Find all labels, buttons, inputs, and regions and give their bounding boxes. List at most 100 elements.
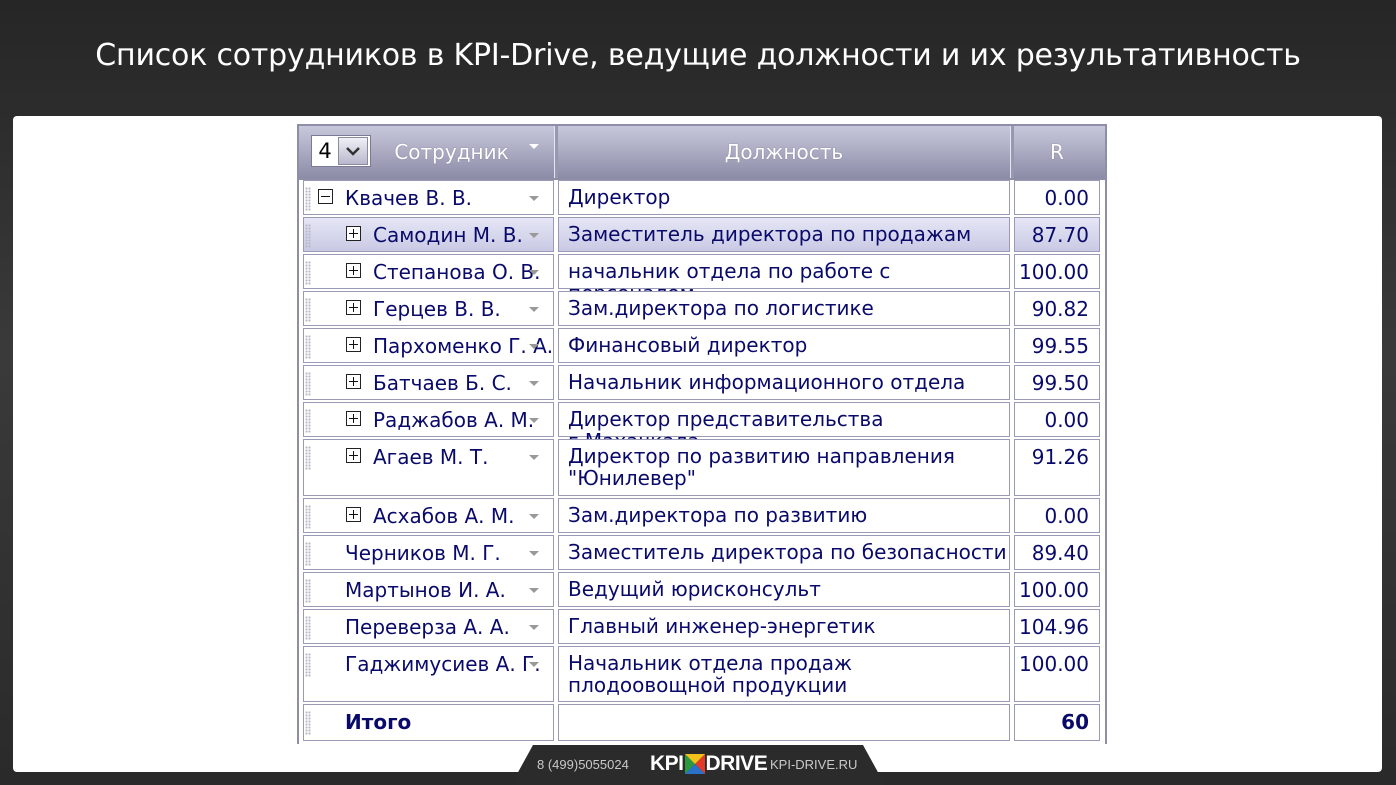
r-value-cell: 100.00 <box>1014 646 1100 702</box>
r-value-cell: 104.96 <box>1014 609 1100 644</box>
row-menu-dropdown-icon[interactable] <box>529 307 539 312</box>
drag-handle-icon[interactable] <box>305 372 311 396</box>
drag-handle-icon[interactable] <box>305 261 311 285</box>
drag-handle-icon[interactable] <box>305 224 311 248</box>
employee-cell[interactable]: Квачев В. В. <box>303 180 554 215</box>
row-menu-dropdown-icon[interactable] <box>529 381 539 386</box>
row-menu-dropdown-icon[interactable] <box>529 455 539 460</box>
drag-handle-icon[interactable] <box>305 335 311 359</box>
table-row[interactable]: Агаев М. Т. Директор по развитию направле… <box>299 437 1105 496</box>
table-row[interactable]: Степанова О. В. начальник отдела по работ… <box>299 252 1105 304</box>
employee-cell[interactable]: Самодин М. В. <box>303 217 554 252</box>
employee-name: Пархоменко Г. А. <box>373 334 554 358</box>
total-row: Итого 60 <box>299 702 1105 741</box>
expand-icon[interactable] <box>346 226 361 241</box>
drag-handle-icon[interactable] <box>305 579 311 603</box>
position-cell: Директор по развитию направления "Юнилев… <box>558 439 1010 496</box>
employee-cell[interactable]: Раджабов А. М. <box>303 402 554 437</box>
employee-filter-dropdown-icon[interactable] <box>529 144 539 149</box>
employee-cell[interactable]: Агаев М. Т. <box>303 439 554 496</box>
row-menu-dropdown-icon[interactable] <box>529 625 539 630</box>
r-value-cell: 89.40 <box>1014 535 1100 570</box>
expand-icon[interactable] <box>346 411 361 426</box>
row-menu-dropdown-icon[interactable] <box>529 344 539 349</box>
position-cell: Главный инженер-энергетик <box>558 609 1010 644</box>
table-row[interactable]: Мартынов И. А. Ведущий юрисконсульт 100.00 <box>299 570 1105 607</box>
drag-handle-icon[interactable] <box>305 616 311 640</box>
employee-name: Переверза А. А. <box>345 615 510 639</box>
column-header-r[interactable]: R <box>1014 126 1100 178</box>
row-menu-dropdown-icon[interactable] <box>529 551 539 556</box>
row-menu-dropdown-icon[interactable] <box>529 233 539 238</box>
chevron-down-icon[interactable] <box>338 137 368 165</box>
r-value-cell: 99.50 <box>1014 365 1100 400</box>
table-row[interactable]: Раджабов А. М. Директор представительства… <box>299 400 1105 452</box>
table-row[interactable]: Гаджимусиев А. Г. Начальник отдела продаж… <box>299 644 1105 702</box>
drag-handle-icon[interactable] <box>305 505 311 529</box>
position-cell: начальник отдела по работе с персоналом <box>558 254 1010 304</box>
position-cell: Ведущий юрисконсульт <box>558 572 1010 607</box>
drag-handle-icon[interactable] <box>305 409 311 433</box>
employees-grid: 4 Сотрудник Должность R Квачев В. В. Дире… <box>297 124 1107 744</box>
expand-icon[interactable] <box>346 300 361 315</box>
column-header-position[interactable]: Должность <box>558 126 1010 178</box>
employee-cell[interactable]: Мартынов И. А. <box>303 572 554 607</box>
employee-cell[interactable]: Пархоменко Г. А. <box>303 328 554 363</box>
employee-name: Степанова О. В. <box>373 260 541 284</box>
r-value-cell: 100.00 <box>1014 572 1100 607</box>
employee-cell[interactable]: Степанова О. В. <box>303 254 554 289</box>
employee-cell[interactable]: Герцев В. В. <box>303 291 554 326</box>
expand-icon[interactable] <box>346 507 361 522</box>
drag-handle-icon[interactable] <box>305 446 311 470</box>
position-cell: Заместитель директора по безопасности <box>558 535 1010 570</box>
logo-text-right: DRIVE <box>705 752 768 775</box>
total-label: Итого <box>345 710 412 734</box>
table-row[interactable]: Батчаев Б. С. Начальник информационного о… <box>299 363 1105 400</box>
drag-handle-icon[interactable] <box>305 542 311 566</box>
table-row[interactable]: Переверза А. А. Главный инженер-энергетик… <box>299 607 1105 644</box>
employee-name: Асхабов А. М. <box>373 504 515 528</box>
position-cell: Зам.директора по развитию <box>558 498 1010 533</box>
row-menu-dropdown-icon[interactable] <box>529 514 539 519</box>
logo-text-left: KPI <box>650 752 684 775</box>
employee-cell[interactable]: Переверза А. А. <box>303 609 554 644</box>
table-row[interactable]: Герцев В. В. Зам.директора по логистике 90… <box>299 289 1105 326</box>
footer-site-link[interactable]: KPI-DRIVE.RU <box>770 757 857 772</box>
table-row[interactable]: Самодин М. В. Заместитель директора по пр… <box>299 215 1105 252</box>
table-row[interactable]: Пархоменко Г. А. Финансовый директор 99.55 <box>299 326 1105 363</box>
row-menu-dropdown-icon[interactable] <box>529 418 539 423</box>
position-cell: Финансовый директор <box>558 328 1010 363</box>
row-menu-dropdown-icon[interactable] <box>529 196 539 201</box>
collapse-icon[interactable] <box>318 189 333 204</box>
row-menu-dropdown-icon[interactable] <box>529 588 539 593</box>
row-menu-dropdown-icon[interactable] <box>529 662 539 667</box>
employee-cell[interactable]: Асхабов А. М. <box>303 498 554 533</box>
employee-cell[interactable]: Батчаев Б. С. <box>303 365 554 400</box>
r-value-cell: 99.55 <box>1014 328 1100 363</box>
drag-handle-icon[interactable] <box>305 187 311 211</box>
expand-icon[interactable] <box>346 374 361 389</box>
employee-cell[interactable]: Черников М. Г. <box>303 535 554 570</box>
r-value-cell: 0.00 <box>1014 402 1100 437</box>
column-header-employee[interactable]: Сотрудник <box>379 126 524 178</box>
r-value-cell: 87.70 <box>1014 217 1100 252</box>
table-row[interactable]: Черников М. Г. Заместитель директора по б… <box>299 533 1105 570</box>
expand-icon[interactable] <box>346 263 361 278</box>
expand-icon[interactable] <box>346 448 361 463</box>
drag-handle-icon[interactable] <box>305 711 311 735</box>
page-size-select[interactable]: 4 <box>311 135 371 167</box>
drag-handle-icon[interactable] <box>305 298 311 322</box>
employee-name: Мартынов И. А. <box>345 578 506 602</box>
table-row[interactable]: Асхабов А. М. Зам.директора по развитию 0.… <box>299 496 1105 533</box>
employee-cell[interactable]: Гаджимусиев А. Г. <box>303 646 554 702</box>
total-label-cell: Итого <box>303 704 554 741</box>
row-menu-dropdown-icon[interactable] <box>529 270 539 275</box>
expand-icon[interactable] <box>346 337 361 352</box>
kpi-drive-logo: KPI DRIVE <box>650 752 768 776</box>
grid-header: 4 Сотрудник Должность R <box>299 126 1105 180</box>
employee-name: Гаджимусиев А. Г. <box>345 652 541 676</box>
table-row[interactable]: Квачев В. В. Директор 0.00 <box>299 178 1105 215</box>
total-empty-cell <box>558 704 1010 741</box>
drag-handle-icon[interactable] <box>305 653 311 677</box>
r-value-cell: 100.00 <box>1014 254 1100 289</box>
